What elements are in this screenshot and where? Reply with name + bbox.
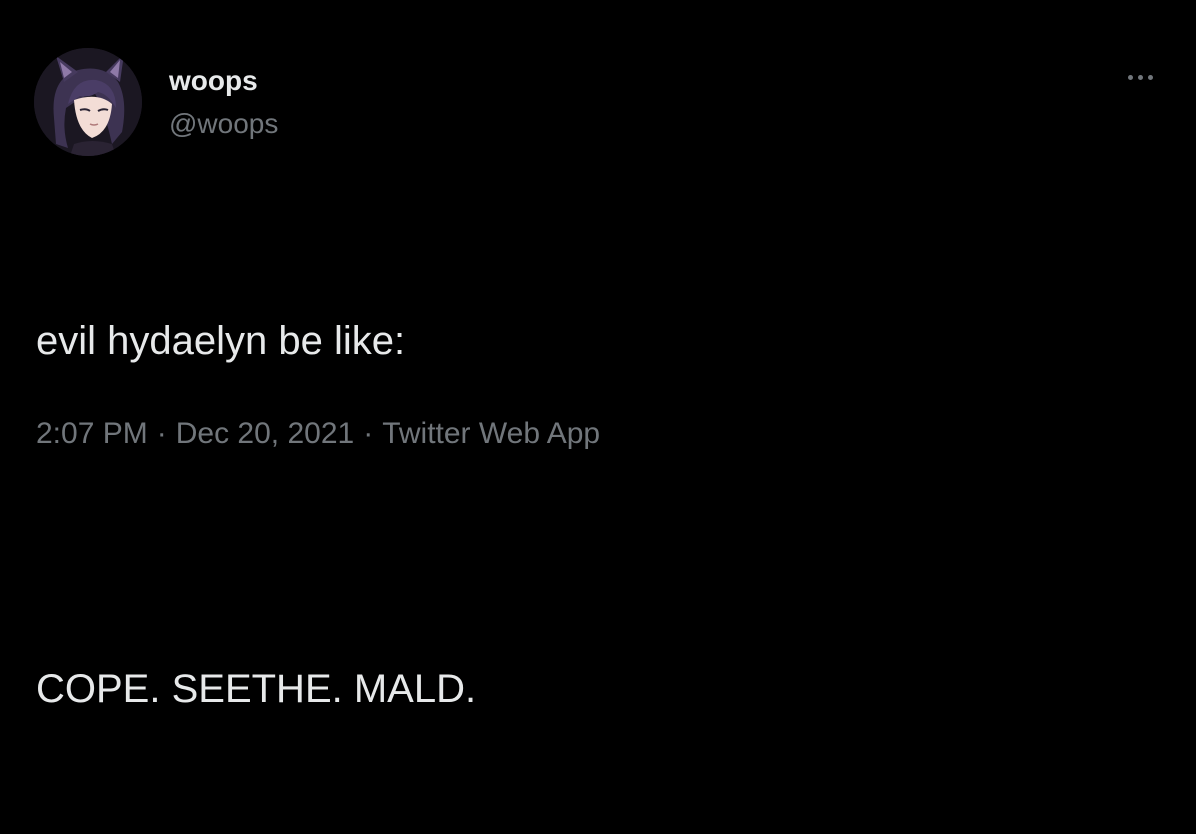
tweet-text-line (36, 486, 476, 544)
meta-separator: · (363, 417, 374, 450)
tweet-time-link[interactable]: 2:07 PM (36, 417, 148, 450)
tweet-text-line: evil hydaelyn be like: (36, 319, 406, 363)
author-avatar[interactable] (34, 48, 142, 156)
author-display-name[interactable]: woops (169, 64, 258, 98)
tweet-text: evil hydaelyn be like: COPE. SEETHE. MAL… (36, 196, 476, 834)
author-handle[interactable]: @woops (169, 107, 278, 141)
tweet-metadata: 2:07 PM · Dec 20, 2021 · Twitter Web App (36, 414, 600, 454)
dot (1147, 74, 1153, 80)
tweet-text-line: COPE. SEETHE. MALD. (36, 667, 477, 711)
tweet-date-link[interactable]: Dec 20, 2021 (176, 417, 354, 450)
meta-separator: · (156, 417, 167, 450)
tweet-card: woops @woops evil hydaelyn be like: COPE… (0, 0, 1196, 711)
dot (1137, 74, 1143, 80)
avatar-image (34, 48, 142, 156)
more-options-icon[interactable] (1118, 60, 1162, 94)
tweet-source-link[interactable]: Twitter Web App (382, 417, 600, 450)
dot (1127, 74, 1133, 80)
